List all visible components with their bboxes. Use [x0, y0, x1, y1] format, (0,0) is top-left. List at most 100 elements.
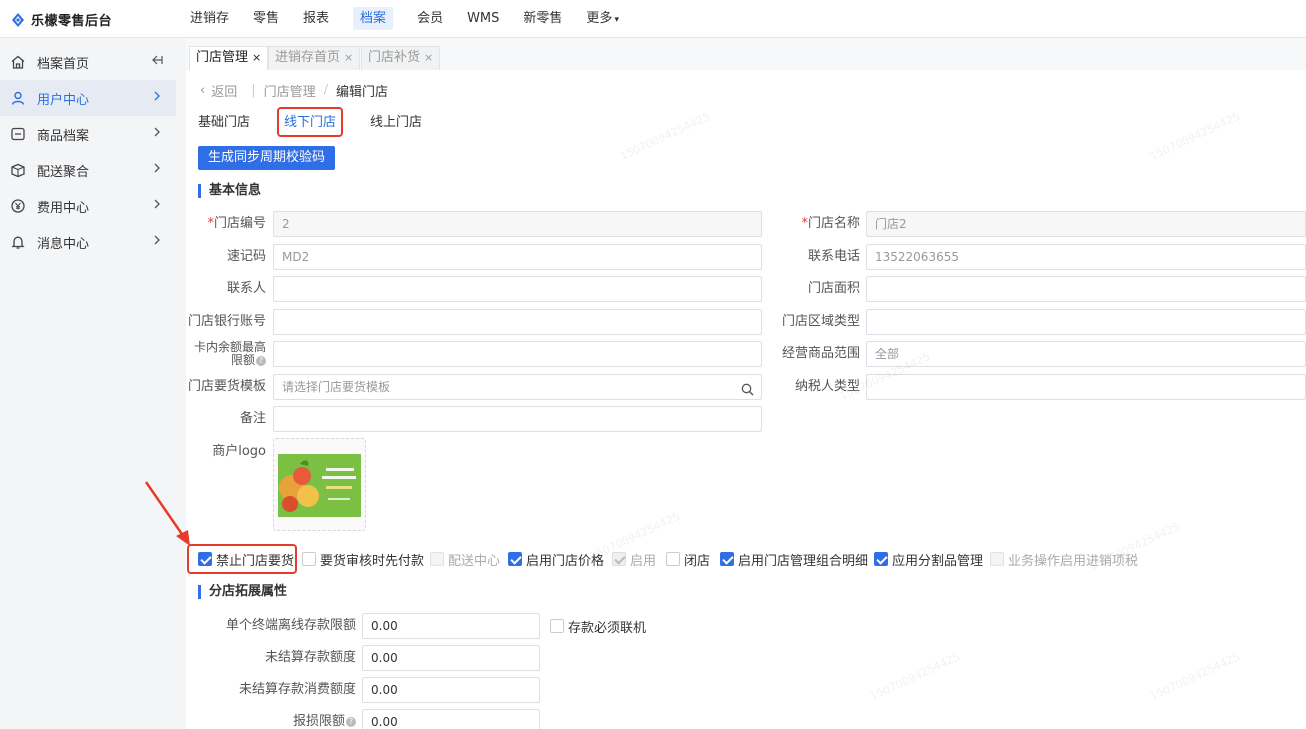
sidebar-item-product-archive[interactable]: 商品档案 — [0, 116, 176, 152]
merchant-logo-image — [278, 454, 361, 517]
sidebar-item-delivery[interactable]: 配送聚合 — [0, 152, 176, 188]
app-logo[interactable]: 乐檬零售后台 — [10, 10, 112, 29]
section-basic-info: 基本信息 — [198, 184, 261, 198]
yuan-icon — [10, 198, 26, 214]
product-scope-select[interactable]: 全部 — [866, 341, 1306, 367]
sidebar-item-cost-center[interactable]: 费用中心 — [0, 188, 176, 224]
option-enable: 启用 — [612, 551, 656, 569]
back-link[interactable]: 返回 — [211, 81, 237, 100]
option-close-store[interactable]: 闭店 — [666, 551, 710, 569]
region-type-label: 门店区域类型 — [781, 314, 860, 329]
option-distribution-center: 配送中心 — [430, 551, 500, 569]
quick-code-field[interactable]: MD2 — [273, 244, 762, 270]
topnav-new-retail[interactable]: 新零售 — [511, 0, 574, 38]
region-type-select[interactable] — [866, 309, 1306, 335]
loss-limit-label: 报损限额? — [186, 714, 356, 729]
card-limit-field[interactable] — [273, 341, 762, 367]
bank-account-field[interactable] — [273, 309, 762, 335]
option-pay-before-review[interactable]: 要货审核时先付款 — [302, 551, 424, 569]
area-field[interactable] — [866, 276, 1306, 302]
close-icon[interactable]: × — [252, 51, 261, 64]
help-icon[interactable]: ? — [346, 716, 356, 727]
bank-account-label: 门店银行账号 — [187, 314, 266, 329]
lemon-logo-icon — [10, 12, 26, 28]
tab-store-replenish[interactable]: 门店补货 × — [361, 46, 441, 70]
delivery-icon — [10, 162, 26, 178]
checkbox[interactable] — [874, 552, 888, 566]
store-name-field[interactable]: 门店2 — [866, 211, 1306, 237]
unsettled-consume-label: 未结算存款消费额度 — [238, 682, 356, 697]
store-code-label: *门店编号 — [207, 216, 266, 231]
remark-label: 备注 — [239, 411, 266, 426]
close-icon[interactable]: × — [424, 51, 433, 64]
option-input-output-tax: 业务操作启用进销项税 — [990, 551, 1138, 569]
topnav-more[interactable]: 更多 ▾ — [574, 0, 631, 38]
chevron-right-icon — [150, 233, 164, 247]
topnav-wms[interactable]: WMS — [455, 0, 511, 38]
unsettled-amount-label: 未结算存款额度 — [264, 650, 356, 665]
watermark: 15070094254425 — [617, 109, 713, 164]
checkbox[interactable] — [550, 619, 564, 633]
contact-label: 联系人 — [226, 281, 266, 296]
back-icon[interactable]: ‹ — [200, 83, 205, 98]
checkbox[interactable] — [666, 552, 680, 566]
taxpayer-type-select[interactable] — [866, 374, 1306, 400]
breadcrumb: ‹ 返回 | 门店管理 / 编辑门店 — [200, 81, 389, 100]
loss-limit-field[interactable]: 0.00 — [362, 709, 540, 729]
sidebar-item-user-center[interactable]: 用户中心 — [0, 80, 176, 116]
sidebar: 档案首页 用户中心 商品档案 配送聚合 费用中心 消息中心 — [0, 38, 186, 729]
taxpayer-type-label: 纳税人类型 — [794, 379, 860, 394]
store-code-field[interactable]: 2 — [273, 211, 762, 237]
unsettled-amount-field[interactable]: 0.00 — [362, 645, 540, 671]
quick-code-label: 速记码 — [226, 249, 266, 264]
contact-field[interactable] — [273, 276, 762, 302]
breadcrumb-parent[interactable]: 门店管理 — [264, 81, 316, 100]
option-must-online[interactable]: 存款必须联机 — [550, 618, 646, 636]
remark-field[interactable] — [273, 406, 762, 432]
generate-sync-code-button[interactable]: 生成同步周期校验码 — [198, 146, 336, 170]
store-options: 禁止门店要货 要货审核时先付款 配送中心 启用门店价格 启用 闭店 启用门店管理… — [198, 551, 1298, 569]
order-template-field[interactable]: 请选择门店要货模板 — [273, 374, 762, 400]
phone-field[interactable]: 13522063655 — [866, 244, 1306, 270]
help-icon[interactable]: ? — [256, 355, 266, 366]
home-icon — [10, 54, 26, 70]
main-content: ‹ 返回 | 门店管理 / 编辑门店 基础门店 线下门店 线上门店 生成同步周期… — [186, 70, 1306, 729]
caret-down-icon: ▾ — [614, 15, 619, 25]
checkbox — [612, 552, 626, 566]
subtab-online-store[interactable]: 线上门店 — [370, 113, 422, 137]
tab-inventory-home[interactable]: 进销存首页 × — [268, 46, 361, 70]
bell-icon — [10, 234, 26, 250]
checkbox[interactable] — [302, 552, 316, 566]
checkbox — [430, 552, 444, 566]
watermark: 15070094254425 — [1147, 649, 1243, 704]
option-enable-store-price[interactable]: 启用门店价格 — [508, 551, 604, 569]
option-combo-detail[interactable]: 启用门店管理组合明细 — [720, 551, 868, 569]
sidebar-item-archive-home[interactable]: 档案首页 — [0, 44, 176, 80]
checkbox[interactable] — [720, 552, 734, 566]
topnav-retail[interactable]: 零售 — [241, 0, 291, 38]
collapse-sidebar-icon[interactable] — [150, 53, 164, 67]
chevron-right-icon — [150, 197, 164, 211]
offline-limit-field[interactable]: 0.00 — [362, 613, 540, 639]
phone-label: 联系电话 — [807, 249, 860, 264]
option-split-product[interactable]: 应用分割品管理 — [874, 551, 983, 569]
checkbox[interactable] — [508, 552, 522, 566]
tab-store-management[interactable]: 门店管理 × — [189, 46, 269, 70]
watermark: 15070094254425 — [867, 649, 963, 704]
topnav-reports[interactable]: 报表 — [291, 0, 341, 38]
order-template-label: 门店要货模板 — [187, 379, 266, 394]
breadcrumb-current: 编辑门店 — [336, 85, 389, 100]
search-icon[interactable] — [741, 380, 754, 399]
area-label: 门店面积 — [807, 281, 860, 296]
topnav-members[interactable]: 会员 — [405, 0, 455, 38]
logo-upload[interactable] — [273, 438, 366, 531]
unsettled-consume-field[interactable]: 0.00 — [362, 677, 540, 703]
subtab-basic-store[interactable]: 基础门店 — [198, 113, 250, 137]
merchant-logo-label: 商户logo — [212, 444, 266, 459]
card-limit-label: 卡内余额最高 限额? — [193, 340, 266, 367]
close-icon[interactable]: × — [344, 51, 353, 64]
sidebar-item-message-center[interactable]: 消息中心 — [0, 224, 176, 260]
topnav-inventory[interactable]: 进销存 — [178, 0, 241, 38]
topnav-archives[interactable]: 档案 — [341, 0, 405, 38]
chevron-right-icon — [150, 125, 164, 139]
